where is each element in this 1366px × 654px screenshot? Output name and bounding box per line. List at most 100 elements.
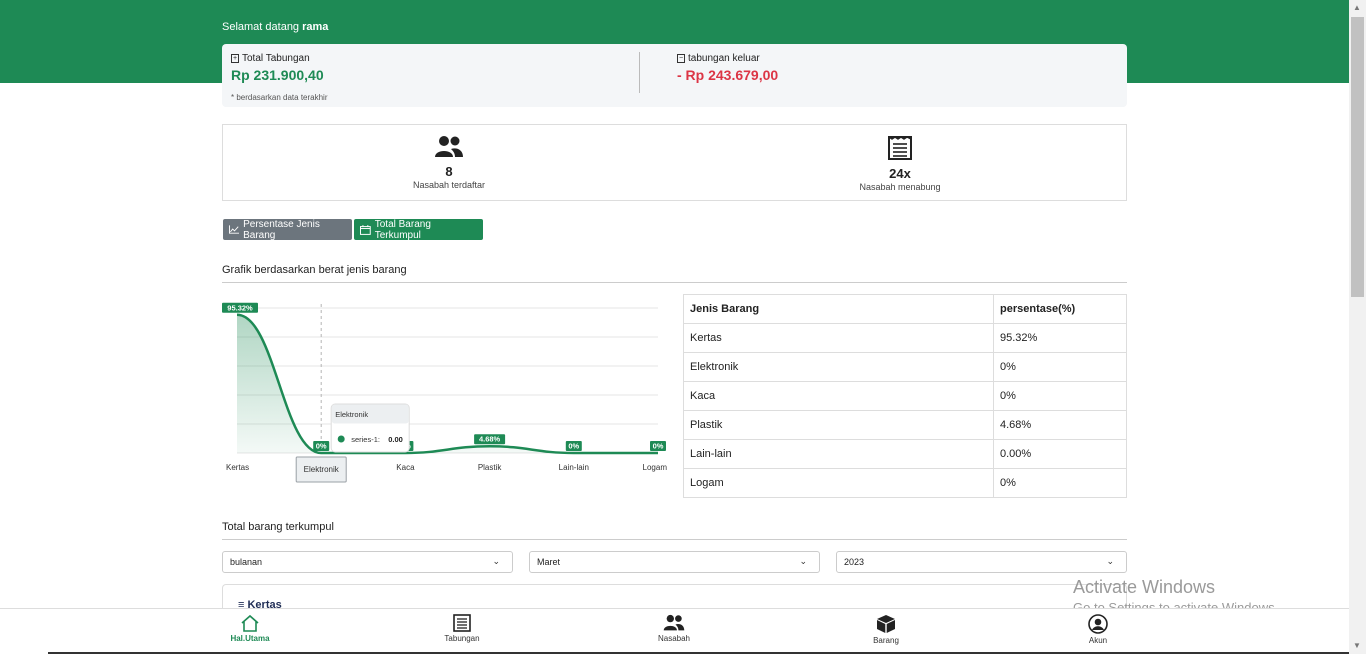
period-select-value: bulanan <box>230 557 263 567</box>
area-chart[interactable]: 95.32%0%0%4.68%0%0%KertasElektronikKacaP… <box>222 296 670 486</box>
table-row: Logam 0% <box>683 468 1127 498</box>
line-chart-icon <box>229 225 240 234</box>
chart-x-tooltip-label: Elektronik <box>304 465 340 474</box>
nav-savings[interactable]: Tabungan <box>422 614 502 643</box>
chart-section-divider <box>222 282 1127 283</box>
chart-data-label: 95.32% <box>227 303 253 312</box>
scroll-up-arrow-icon[interactable]: ▲ <box>1353 3 1361 12</box>
total-savings-value: Rp 231.900,40 <box>231 67 324 83</box>
nav-account-label: Akun <box>1088 636 1108 645</box>
chart-tooltip-title: Elektronik <box>335 410 368 419</box>
period-select[interactable]: bulanan ⌄ <box>222 551 513 573</box>
balance-divider <box>639 52 640 93</box>
nav-goods[interactable]: Barang <box>846 614 926 645</box>
chevron-down-icon: ⌄ <box>1106 556 1114 566</box>
chart-data-label: 0% <box>316 442 327 451</box>
balance-note: * berdasarkan data terakhir <box>231 93 328 102</box>
table-header-row: Jenis Barang persentase(%) <box>683 294 1127 324</box>
table-cell-type: Lain-lain <box>683 439 994 469</box>
scroll-down-arrow-icon[interactable]: ▼ <box>1353 641 1361 650</box>
chart-area-fill <box>237 314 658 453</box>
nav-home[interactable]: Hal.Utama <box>210 614 290 643</box>
receipt-icon <box>888 136 912 160</box>
tab-percentage[interactable]: Persentase Jenis Barang <box>223 218 352 241</box>
chart-tooltip-value: 0.00 <box>388 435 403 444</box>
box-icon <box>877 615 895 633</box>
table-header-percentage: persentase(%) <box>993 294 1127 324</box>
stats-card: 8 Nasabah terdaftar 24x Nasabah menabung <box>222 124 1127 201</box>
table-cell-type: Kaca <box>683 381 994 411</box>
table-row: Kaca 0% <box>683 381 1127 411</box>
chart-tooltip-series: series-1: <box>351 435 380 444</box>
tab-percentage-label: Persentase Jenis Barang <box>243 218 320 241</box>
watermark-title: Activate Windows <box>1073 577 1216 597</box>
nav-account[interactable]: Akun <box>1058 614 1138 645</box>
nav-customers-label: Nasabah <box>657 634 691 643</box>
stat-registered-value: 8 <box>445 164 453 179</box>
chart-x-tick-label: Plastik <box>478 463 503 472</box>
bottom-navigation: Hal.Utama Tabungan Nasabah Barang Akun <box>0 608 1349 652</box>
tab-total-collected[interactable]: Total Barang Terkumpul <box>354 218 483 241</box>
total-savings: + Total Tabungan Rp 231.900,40 <box>231 53 324 83</box>
year-select[interactable]: 2023 ⌄ <box>836 551 1127 573</box>
table-cell-percentage: 0.00% <box>993 439 1127 469</box>
table-cell-type: Plastik <box>683 410 994 440</box>
page-scrollbar[interactable]: ▲ ▼ <box>1349 0 1366 654</box>
table-cell-percentage: 0% <box>993 352 1127 382</box>
nav-customers[interactable]: Nasabah <box>634 614 714 643</box>
stat-registered-label: Nasabah terdaftar <box>412 180 486 190</box>
user-circle-icon <box>1088 614 1108 634</box>
savings-out-label: tabungan keluar <box>688 53 760 64</box>
table-row: Lain-lain 0.00% <box>683 439 1127 469</box>
users-icon <box>435 136 463 157</box>
chart-section-title: Grafik berdasarkan berat jenis barang <box>222 264 407 276</box>
nav-goods-label: Barang <box>873 636 899 645</box>
scrollbar-thumb[interactable] <box>1351 17 1364 297</box>
chart-series-line <box>236 313 658 455</box>
table-cell-percentage: 0% <box>993 381 1127 411</box>
month-select-value: Maret <box>537 557 561 567</box>
total-section-divider <box>222 539 1127 540</box>
chart-x-tick-label: Kertas <box>226 463 249 472</box>
percentage-table: Jenis Barang persentase(%) Kertas 95.32% … <box>683 294 1127 498</box>
users-icon <box>663 614 685 631</box>
balance-card: + Total Tabungan Rp 231.900,40 − tabunga… <box>222 44 1127 107</box>
chevron-down-icon: ⌄ <box>799 556 807 566</box>
chart-data-label: 4.68% <box>479 435 501 444</box>
table-row: Elektronik 0% <box>683 352 1127 382</box>
table-cell-type: Logam <box>683 468 994 498</box>
table-header-type: Jenis Barang <box>683 294 994 324</box>
area-chart-svg: 95.32%0%0%4.68%0%0%KertasElektronikKacaP… <box>222 302 668 483</box>
table-cell-percentage: 0% <box>993 468 1127 498</box>
tab-total-collected-label: Total Barang Terkumpul <box>374 218 431 241</box>
plus-square-icon: + <box>231 54 239 63</box>
table-cell-percentage: 4.68% <box>993 410 1127 440</box>
year-select-value: 2023 <box>844 557 865 567</box>
table-cell-type: Kertas <box>683 323 994 353</box>
receipt-icon <box>453 614 471 632</box>
table-row: Kertas 95.32% <box>683 323 1127 353</box>
calendar-icon <box>360 224 371 235</box>
home-icon <box>241 614 259 632</box>
welcome-text: Selamat datang rama <box>222 21 328 33</box>
table-row: Plastik 4.68% <box>683 410 1127 440</box>
savings-out: − tabungan keluar - Rp 243.679,00 <box>677 53 778 83</box>
chevron-down-icon: ⌄ <box>492 556 500 566</box>
chart-tooltip-marker <box>337 435 345 443</box>
table-cell-type: Elektronik <box>683 352 994 382</box>
savings-out-value: - Rp 243.679,00 <box>677 67 779 83</box>
total-savings-label: Total Tabungan <box>242 53 310 64</box>
username: rama <box>302 21 329 33</box>
stat-saving: 24x Nasabah menabung <box>800 135 1000 192</box>
month-select[interactable]: Maret ⌄ <box>529 551 820 573</box>
stat-saving-label: Nasabah menabung <box>859 182 941 192</box>
chart-x-tick-label: Kaca <box>396 463 415 472</box>
table-cell-percentage: 95.32% <box>993 323 1127 353</box>
stat-registered: 8 Nasabah terdaftar <box>349 135 549 190</box>
chart-data-label: 0% <box>568 442 579 451</box>
stat-saving-value: 24x <box>889 166 911 181</box>
nav-savings-label: Tabungan <box>444 634 480 643</box>
chart-x-tick-label: Logam <box>643 463 668 472</box>
total-section-title: Total barang terkumpul <box>222 521 334 533</box>
chart-x-tick-label: Lain-lain <box>559 463 589 472</box>
